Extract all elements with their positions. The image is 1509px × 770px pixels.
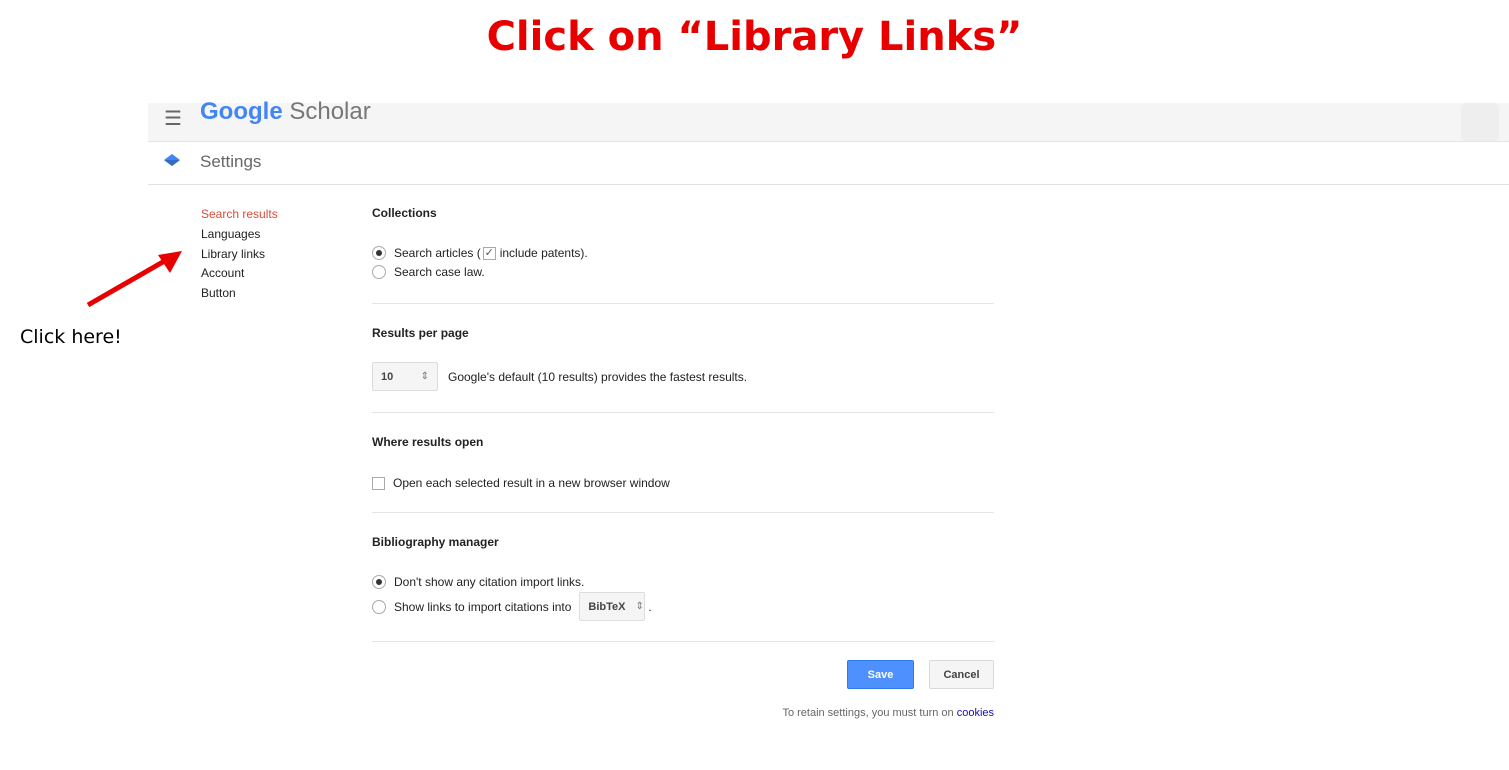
logo-scholar-text: Scholar xyxy=(289,98,371,125)
google-scholar-logo[interactable]: Google Scholar xyxy=(200,97,371,127)
results-per-page-select[interactable]: 10 ⇕ xyxy=(372,362,438,391)
sidenav-item-button[interactable]: Button xyxy=(201,284,278,304)
top-bar: ☰ Google Scholar xyxy=(148,98,1509,142)
include-patents-checkbox[interactable]: ✓ xyxy=(482,246,496,260)
search-articles-option[interactable]: Search articles ( ✓ include patents). xyxy=(372,246,588,260)
sidenav-item-languages[interactable]: Languages xyxy=(201,225,278,245)
divider xyxy=(372,641,994,642)
new-window-label: Open each selected result in a new brows… xyxy=(393,476,670,490)
bibliography-heading: Bibliography manager xyxy=(372,535,499,549)
results-per-page-heading: Results per page xyxy=(372,326,469,340)
search-articles-radio[interactable] xyxy=(372,246,386,260)
scholar-settings-screenshot: ☰ Google Scholar Settings Search results… xyxy=(148,98,1509,770)
where-results-open-heading: Where results open xyxy=(372,435,484,449)
save-button[interactable]: Save xyxy=(847,660,914,689)
divider xyxy=(372,512,994,513)
no-citation-links-label: Don't show any citation import links. xyxy=(394,575,585,589)
select-arrows-icon: ⇕ xyxy=(420,371,429,382)
new-window-option[interactable]: Open each selected result in a new brows… xyxy=(372,476,670,490)
divider xyxy=(372,303,994,304)
settings-header: Settings xyxy=(148,142,1509,185)
citation-format-select[interactable]: BibTeX ⇕ xyxy=(579,592,646,621)
scholar-cap-icon xyxy=(164,154,180,166)
search-articles-label: Search articles ( xyxy=(394,246,481,260)
citation-trailing-period: . xyxy=(648,599,652,614)
select-arrows-icon: ⇕ xyxy=(635,601,644,612)
sidenav-item-account[interactable]: Account xyxy=(201,264,278,284)
search-case-law-option[interactable]: Search case law. xyxy=(372,265,485,279)
include-patents-label: include patents). xyxy=(499,246,588,260)
divider xyxy=(372,412,994,413)
no-citation-links-option[interactable]: Don't show any citation import links. xyxy=(372,575,584,589)
settings-sidenav: Search results Languages Library links A… xyxy=(201,205,278,304)
click-here-label: Click here! xyxy=(20,326,122,348)
sidenav-item-search-results[interactable]: Search results xyxy=(201,205,278,225)
logo-google-text: Google xyxy=(200,98,283,125)
show-citation-links-option[interactable]: Show links to import citations into BibT… xyxy=(372,592,652,621)
citation-format-value: BibTeX xyxy=(588,600,626,613)
sidenav-item-library-links[interactable]: Library links xyxy=(201,245,278,265)
settings-title: Settings xyxy=(200,152,262,171)
cookies-link[interactable]: cookies xyxy=(957,707,994,719)
no-citation-links-radio[interactable] xyxy=(372,575,386,589)
show-citation-links-label: Show links to import citations into xyxy=(394,599,572,614)
hamburger-menu-icon[interactable]: ☰ xyxy=(164,109,182,129)
collections-heading: Collections xyxy=(372,206,437,220)
search-case-law-radio[interactable] xyxy=(372,265,386,279)
results-per-page-value: 10 xyxy=(381,370,394,383)
results-per-page-row: 10 ⇕ Google's default (10 results) provi… xyxy=(372,362,747,391)
account-avatar[interactable] xyxy=(1461,103,1499,141)
cookie-note: To retain settings, you must turn on coo… xyxy=(782,707,994,719)
search-case-law-label: Search case law. xyxy=(394,265,485,279)
cancel-button[interactable]: Cancel xyxy=(929,660,994,689)
results-per-page-description: Google's default (10 results) provides t… xyxy=(448,369,748,384)
show-citation-links-radio[interactable] xyxy=(372,599,386,614)
banner-title: Click on “Library Links” xyxy=(486,14,1023,60)
cookie-note-text: To retain settings, you must turn on xyxy=(782,707,954,719)
new-window-checkbox[interactable] xyxy=(372,476,385,490)
